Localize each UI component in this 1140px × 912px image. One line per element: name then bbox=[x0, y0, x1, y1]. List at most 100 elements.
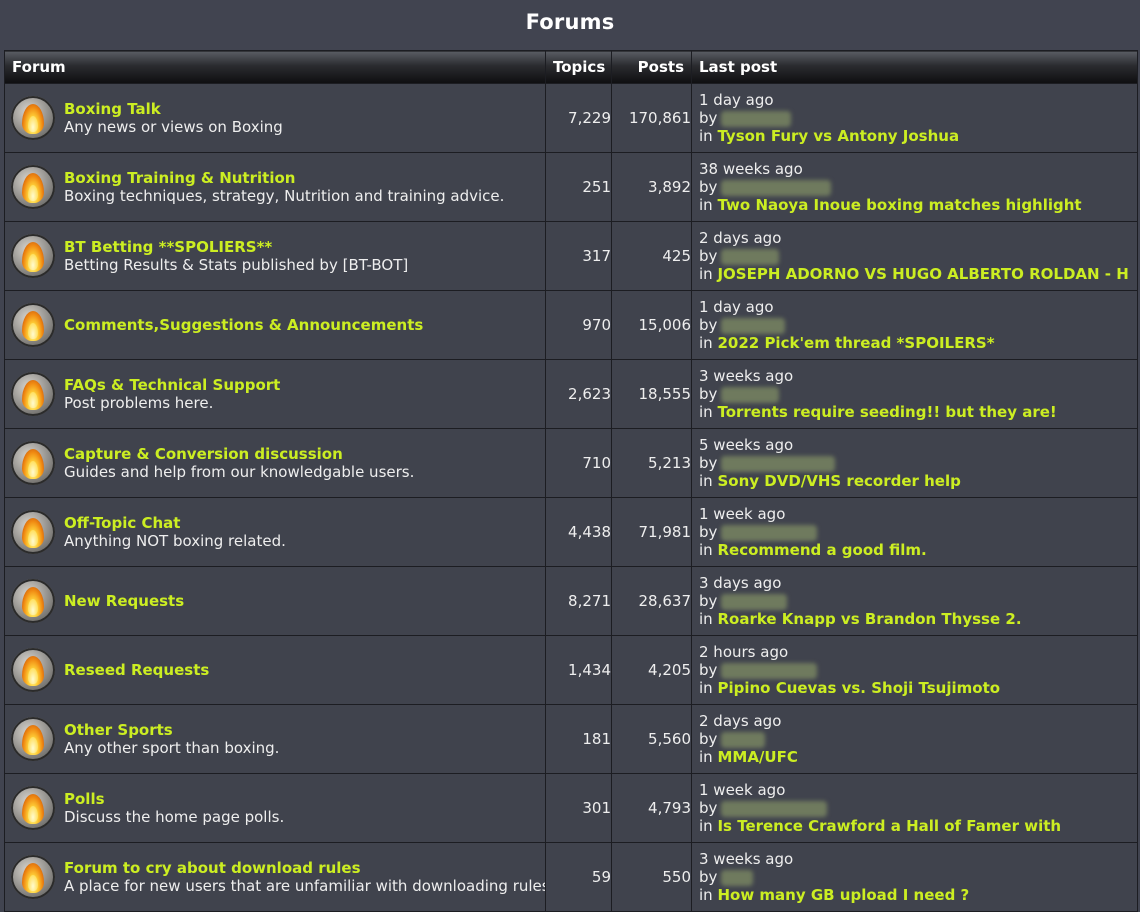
table-header-row: Forum Topics Posts Last post bbox=[4, 50, 1138, 84]
by-label: by bbox=[699, 109, 718, 127]
forum-cell: Boxing Talk Any news or views on Boxing bbox=[4, 83, 546, 153]
last-post-cell: 1 week ago by in Recommend a good film. bbox=[691, 497, 1138, 567]
in-label: in bbox=[699, 817, 713, 835]
posts-count: 3,892 bbox=[611, 152, 692, 222]
last-post-topic-link[interactable]: Is Terence Crawford a Hall of Famer with bbox=[717, 817, 1061, 835]
last-post-author-avatar[interactable] bbox=[721, 731, 766, 748]
column-header-last-post: Last post bbox=[691, 50, 1138, 84]
last-post-topic-link[interactable]: Sony DVD/VHS recorder help bbox=[717, 472, 960, 490]
last-post-author-avatar[interactable] bbox=[721, 317, 786, 334]
last-post-cell: 3 weeks ago by in How many GB upload I nee… bbox=[691, 842, 1138, 912]
in-label: in bbox=[699, 403, 713, 421]
topics-count: 7,229 bbox=[545, 83, 612, 153]
forum-description: Post problems here. bbox=[64, 394, 214, 412]
flame-icon bbox=[11, 579, 55, 623]
last-post-cell: 2 hours ago by in Pipino Cuevas vs. Shoji … bbox=[691, 635, 1138, 705]
forum-link[interactable]: Boxing Talk bbox=[64, 100, 283, 118]
by-label: by bbox=[699, 178, 718, 196]
last-post-author-avatar[interactable] bbox=[721, 386, 780, 403]
forum-cell: New Requests bbox=[4, 566, 546, 636]
by-label: by bbox=[699, 661, 718, 679]
forum-cell: Capture & Conversion discussion Guides an… bbox=[4, 428, 546, 498]
forum-cell: Reseed Requests bbox=[4, 635, 546, 705]
last-post-author-avatar[interactable] bbox=[721, 110, 792, 127]
last-post-cell: 3 days ago by in Roarke Knapp vs Brandon T… bbox=[691, 566, 1138, 636]
topics-count: 4,438 bbox=[545, 497, 612, 567]
table-row: Boxing Training & Nutrition Boxing techni… bbox=[4, 152, 1138, 222]
forum-link[interactable]: Reseed Requests bbox=[64, 661, 209, 679]
forum-link[interactable]: Polls bbox=[64, 790, 284, 808]
by-label: by bbox=[699, 247, 718, 265]
posts-count: 4,205 bbox=[611, 635, 692, 705]
last-post-time: 5 weeks ago bbox=[699, 436, 794, 454]
forum-description: Guides and help from our knowledgable us… bbox=[64, 463, 415, 481]
forum-description: A place for new users that are unfamilia… bbox=[64, 877, 545, 895]
forum-description: Any other sport than boxing. bbox=[64, 739, 280, 757]
last-post-cell: 5 weeks ago by in Sony DVD/VHS recorder he… bbox=[691, 428, 1138, 498]
last-post-topic-link[interactable]: Tyson Fury vs Antony Joshua bbox=[717, 127, 959, 145]
last-post-author-avatar[interactable] bbox=[721, 869, 754, 886]
last-post-topic-link[interactable]: Torrents require seeding!! but they are! bbox=[717, 403, 1056, 421]
table-row: Reseed Requests 1,434 4,205 2 hours ago by in… bbox=[4, 635, 1138, 705]
in-label: in bbox=[699, 127, 713, 145]
table-row: New Requests 8,271 28,637 3 days ago by in Ro… bbox=[4, 566, 1138, 636]
last-post-cell: 1 week ago by in Is Terence Crawford a Hal… bbox=[691, 773, 1138, 843]
last-post-author-avatar[interactable] bbox=[721, 524, 818, 541]
last-post-topic-link[interactable]: 2022 Pick'em thread *SPOILERS* bbox=[717, 334, 994, 352]
table-row: FAQs & Technical Support Post problems he… bbox=[4, 359, 1138, 429]
flame-icon bbox=[11, 96, 55, 140]
last-post-author-avatar[interactable] bbox=[721, 593, 788, 610]
last-post-cell: 2 days ago by in MMA/UFC bbox=[691, 704, 1138, 774]
last-post-author-avatar[interactable] bbox=[721, 179, 832, 196]
forum-cell: BT Betting **SPOLIERS** Betting Results &… bbox=[4, 221, 546, 291]
forum-cell: Off-Topic Chat Anything NOT boxing relate… bbox=[4, 497, 546, 567]
posts-count: 550 bbox=[611, 842, 692, 912]
flame-icon bbox=[11, 510, 55, 554]
topics-count: 970 bbox=[545, 290, 612, 360]
topics-count: 181 bbox=[545, 704, 612, 774]
in-label: in bbox=[699, 748, 713, 766]
topics-count: 251 bbox=[545, 152, 612, 222]
flame-icon bbox=[11, 372, 55, 416]
in-label: in bbox=[699, 886, 713, 904]
in-label: in bbox=[699, 541, 713, 559]
last-post-author-avatar[interactable] bbox=[721, 248, 780, 265]
last-post-topic-link[interactable]: Recommend a good film. bbox=[717, 541, 926, 559]
table-row: Off-Topic Chat Anything NOT boxing relate… bbox=[4, 497, 1138, 567]
forum-cell: Comments,Suggestions & Announcements bbox=[4, 290, 546, 360]
last-post-cell: 1 day ago by in Tyson Fury vs Antony Joshu… bbox=[691, 83, 1138, 153]
posts-count: 5,213 bbox=[611, 428, 692, 498]
last-post-topic-link[interactable]: How many GB upload I need ? bbox=[717, 886, 969, 904]
last-post-cell: 1 day ago by in 2022 Pick'em thread *SPOIL… bbox=[691, 290, 1138, 360]
column-header-topics: Topics bbox=[545, 50, 612, 84]
last-post-topic-link[interactable]: Pipino Cuevas vs. Shoji Tsujimoto bbox=[717, 679, 1000, 697]
forum-link[interactable]: BT Betting **SPOLIERS** bbox=[64, 238, 408, 256]
last-post-author-avatar[interactable] bbox=[721, 800, 828, 817]
in-label: in bbox=[699, 265, 713, 283]
topics-count: 8,271 bbox=[545, 566, 612, 636]
forum-link[interactable]: FAQs & Technical Support bbox=[64, 376, 280, 394]
forum-link[interactable]: Comments,Suggestions & Announcements bbox=[64, 316, 423, 334]
last-post-topic-link[interactable]: Two Naoya Inoue boxing matches highlight bbox=[717, 196, 1081, 214]
forum-link[interactable]: Forum to cry about download rules bbox=[64, 859, 545, 877]
forum-link[interactable]: Boxing Training & Nutrition bbox=[64, 169, 504, 187]
forum-description: Anything NOT boxing related. bbox=[64, 532, 286, 550]
page-title: Forums bbox=[525, 10, 615, 34]
last-post-author-avatar[interactable] bbox=[721, 455, 836, 472]
last-post-topic-link[interactable]: MMA/UFC bbox=[717, 748, 797, 766]
forum-link[interactable]: Capture & Conversion discussion bbox=[64, 445, 414, 463]
last-post-author-avatar[interactable] bbox=[721, 662, 818, 679]
column-header-forum: Forum bbox=[4, 50, 546, 84]
forum-link[interactable]: Other Sports bbox=[64, 721, 279, 739]
posts-count: 170,861 bbox=[611, 83, 692, 153]
forum-link[interactable]: New Requests bbox=[64, 592, 184, 610]
by-label: by bbox=[699, 454, 718, 472]
last-post-topic-link[interactable]: JOSEPH ADORNO VS HUGO ALBERTO ROLDAN - H bbox=[717, 265, 1128, 283]
by-label: by bbox=[699, 523, 718, 541]
last-post-topic-link[interactable]: Roarke Knapp vs Brandon Thysse 2. bbox=[717, 610, 1021, 628]
flame-icon bbox=[11, 648, 55, 692]
table-row: Capture & Conversion discussion Guides an… bbox=[4, 428, 1138, 498]
flame-icon bbox=[11, 234, 55, 278]
forum-link[interactable]: Off-Topic Chat bbox=[64, 514, 286, 532]
flame-icon bbox=[11, 855, 55, 899]
